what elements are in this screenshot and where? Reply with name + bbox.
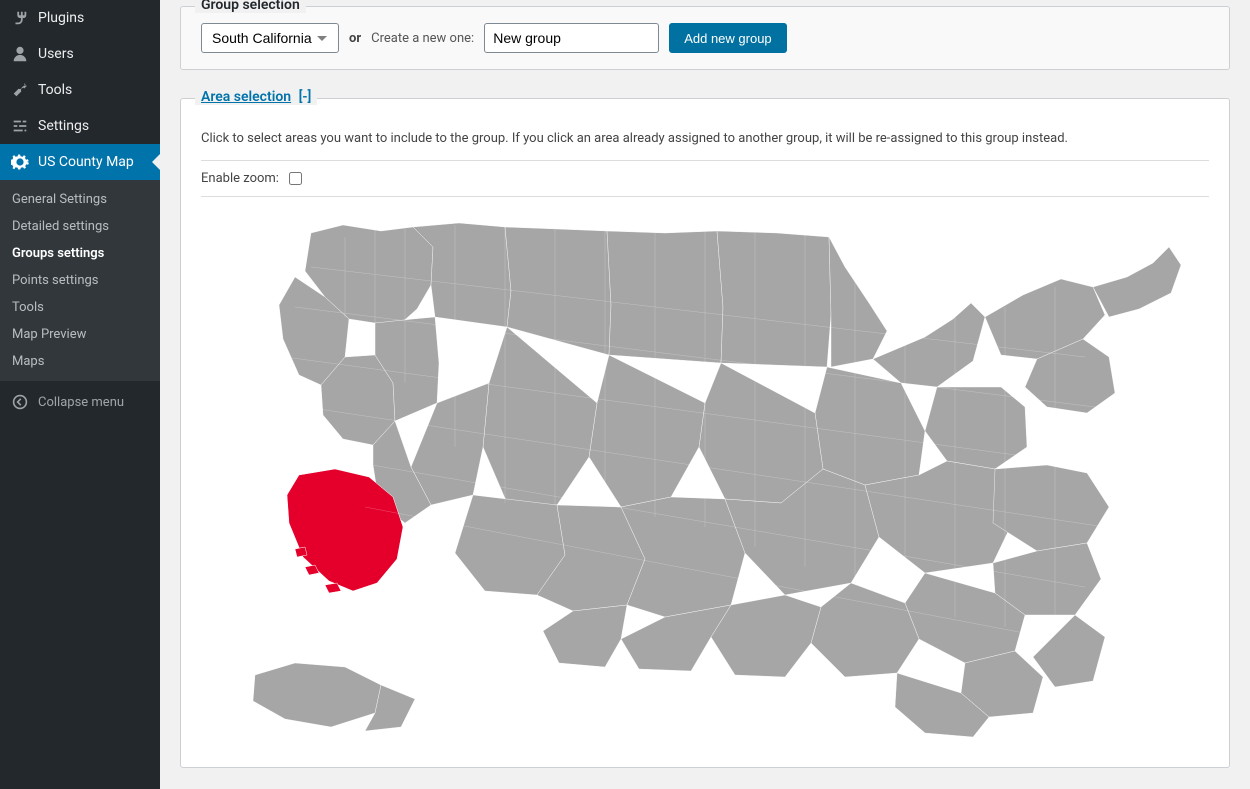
us-county-map[interactable] [201, 197, 1209, 767]
main-content: Group selection South California or Crea… [160, 0, 1250, 789]
collapse-label: Collapse menu [38, 395, 124, 410]
submenu-detailed-settings[interactable]: Detailed settings [0, 213, 160, 240]
sidebar-submenu: General Settings Detailed settings Group… [0, 180, 160, 381]
area-selection-help: Click to select areas you want to includ… [201, 131, 1209, 146]
enable-zoom-checkbox[interactable] [289, 172, 302, 185]
area-selection-toggle[interactable]: [-] [299, 89, 312, 105]
group-selection-panel: Group selection South California or Crea… [180, 6, 1230, 70]
sidebar-label: Plugins [38, 10, 84, 26]
admin-sidebar: Plugins Users Tools Settings US County M… [0, 0, 160, 789]
sliders-icon [10, 116, 30, 136]
group-selection-legend: Group selection [195, 0, 306, 13]
sidebar-label: Users [38, 46, 74, 62]
or-separator: or [349, 31, 361, 46]
submenu-groups-settings[interactable]: Groups settings [0, 240, 160, 267]
submenu-points-settings[interactable]: Points settings [0, 267, 160, 294]
submenu-map-preview[interactable]: Map Preview [0, 321, 160, 348]
sidebar-item-tools[interactable]: Tools [0, 72, 160, 108]
map-svg[interactable] [225, 207, 1185, 767]
sidebar-label: US County Map [38, 154, 134, 170]
sidebar-item-plugins[interactable]: Plugins [0, 0, 160, 36]
sidebar-item-settings[interactable]: Settings [0, 108, 160, 144]
submenu-maps[interactable]: Maps [0, 348, 160, 375]
area-selection-panel: Area selection [-] Click to select areas… [180, 98, 1230, 768]
wrench-icon [10, 80, 30, 100]
collapse-icon [10, 392, 30, 412]
group-select[interactable]: South California [201, 23, 339, 53]
create-new-label: Create a new one: [371, 31, 474, 46]
new-group-input[interactable] [484, 23, 659, 53]
enable-zoom-label: Enable zoom: [201, 171, 279, 186]
plug-icon [10, 8, 30, 28]
area-selection-legend: Area selection [-] [195, 89, 317, 105]
sidebar-item-us-county-map[interactable]: US County Map [0, 144, 160, 180]
user-icon [10, 44, 30, 64]
map-regions-unselected[interactable] [253, 223, 1181, 737]
collapse-menu-button[interactable]: Collapse menu [0, 381, 160, 422]
sidebar-label: Tools [38, 82, 72, 98]
submenu-tools[interactable]: Tools [0, 294, 160, 321]
add-new-group-button[interactable]: Add new group [669, 23, 786, 53]
gear-icon [10, 152, 30, 172]
area-selection-legend-link[interactable]: Area selection [201, 89, 291, 105]
sidebar-label: Settings [38, 118, 89, 134]
submenu-general-settings[interactable]: General Settings [0, 186, 160, 213]
sidebar-item-users[interactable]: Users [0, 36, 160, 72]
enable-zoom-row: Enable zoom: [201, 160, 1209, 197]
